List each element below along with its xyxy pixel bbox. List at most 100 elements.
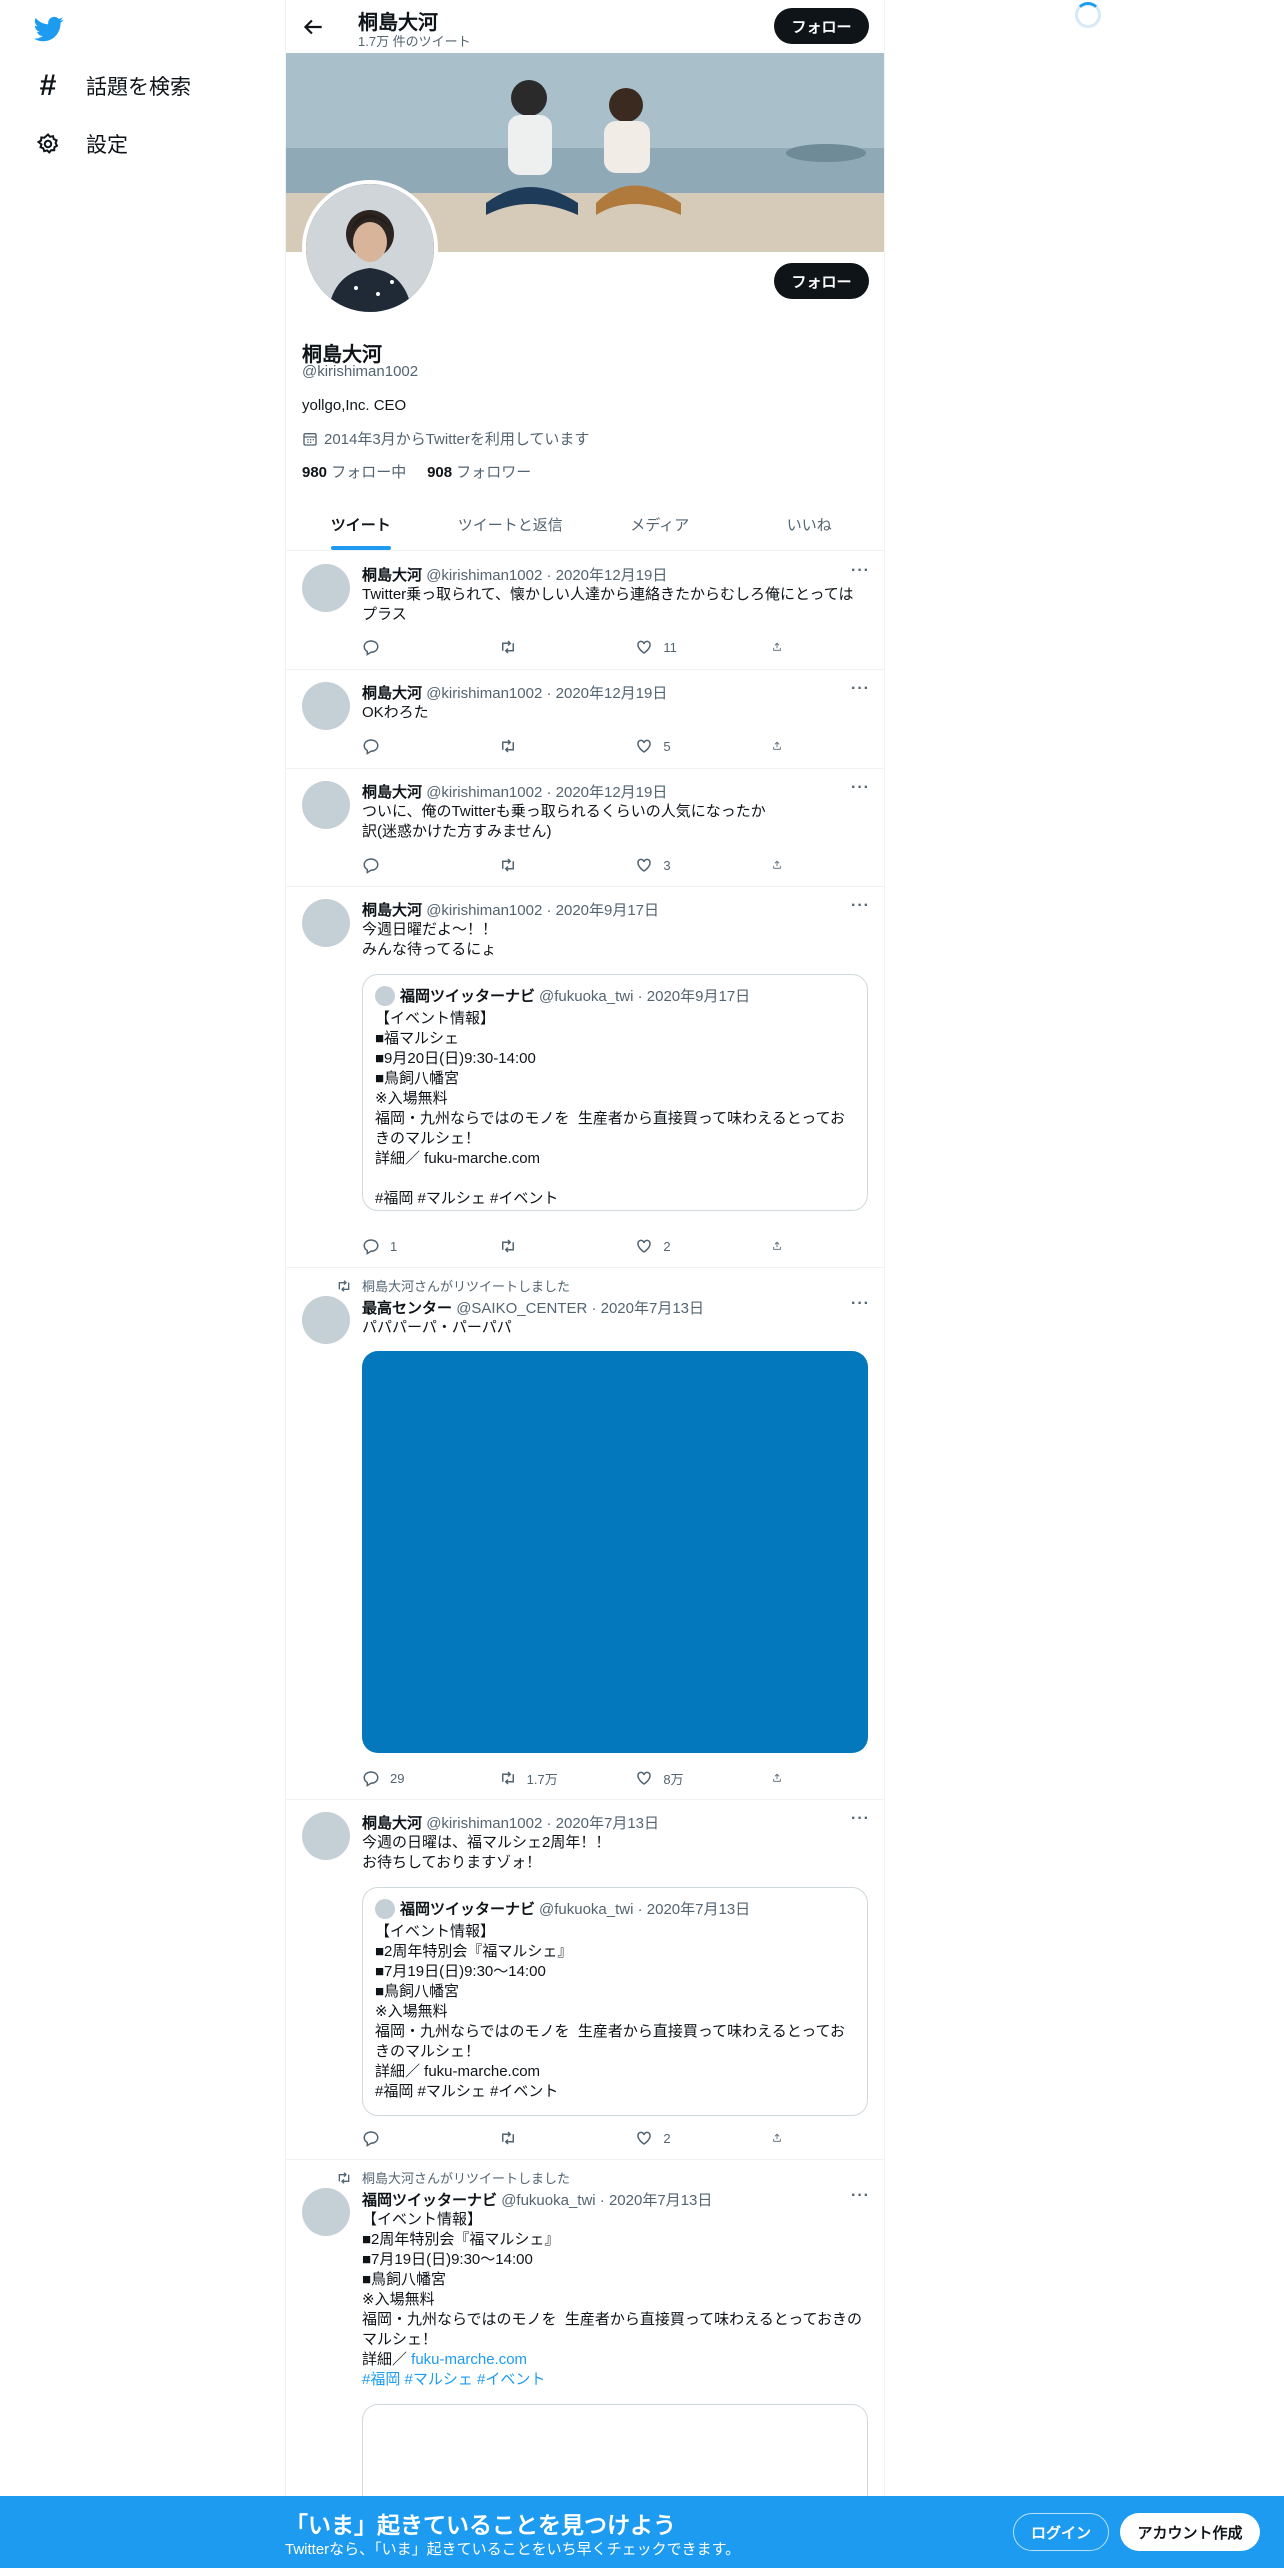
more-icon[interactable]: ···	[851, 1295, 870, 1313]
retweet-button[interactable]	[499, 736, 589, 756]
tweet-actions: 3	[362, 855, 792, 875]
retweet-button[interactable]	[499, 637, 589, 657]
retweet-icon	[501, 640, 514, 654]
hashtag-links[interactable]: #福岡 #マルシェ #イベント	[362, 2371, 545, 2388]
retweet-icon	[501, 858, 514, 872]
quote-tweet[interactable]: 福岡ツイッターナビ @fukuoka_twi · 2020年9月17日 【イベント…	[362, 974, 868, 1211]
retweet-button[interactable]	[499, 1236, 589, 1256]
reply-button[interactable]	[362, 637, 452, 657]
reply-button[interactable]: 29	[362, 1768, 452, 1788]
retweet-label: 桐島大河さんがリツイートしました	[336, 2168, 570, 2187]
tweet-avatar[interactable]	[302, 564, 350, 612]
header-tweet-count: 1.7万 件のツイート	[358, 34, 471, 49]
tweet-text: Twitter乗っ取られて、懐かしい人達から連絡きたからむしろ俺にとってはプラス	[362, 586, 854, 623]
retweet-icon	[501, 739, 514, 753]
like-button[interactable]: 11	[635, 637, 725, 657]
share-button[interactable]	[772, 855, 792, 875]
profile-follow-button[interactable]: フォロー	[774, 263, 869, 299]
tweet-media[interactable]	[362, 1351, 868, 1753]
share-button[interactable]	[772, 2128, 792, 2148]
reply-button[interactable]	[362, 855, 452, 875]
tab-media[interactable]: メディア	[585, 498, 735, 550]
profile-tabs: ツイート ツイートと返信 メディア いいね	[286, 498, 884, 551]
tab-likes[interactable]: いいね	[735, 498, 885, 550]
retweet-button[interactable]	[499, 2128, 589, 2148]
tweet-avatar[interactable]	[302, 2188, 350, 2236]
tweet-actions: 11	[362, 637, 792, 657]
tweet[interactable]: 桐島大河 @kirishiman1002 · 2020年12月19日 ··· つ…	[286, 769, 884, 887]
sidebar-item-label: 設定	[86, 134, 128, 157]
reply-icon	[363, 858, 379, 874]
twitter-bird-icon[interactable]	[32, 14, 66, 44]
banner-subtitle: Twitterなら、「いま」起きていることをいち早くチェックできます。	[285, 2541, 741, 2558]
more-icon[interactable]: ···	[851, 897, 870, 915]
tweet-avatar[interactable]	[302, 899, 350, 947]
gear-icon	[34, 130, 62, 158]
reply-icon	[363, 640, 379, 656]
retweet-icon	[501, 1771, 514, 1785]
like-button[interactable]: 2	[635, 1236, 725, 1256]
tab-tweets-and-replies[interactable]: ツイートと返信	[436, 498, 586, 550]
signup-button[interactable]: アカウント作成	[1120, 2513, 1260, 2551]
quote-tweet[interactable]: 福岡ツイッターナビ @fukuoka_twi · 2020年7月13日 【イベント…	[362, 1887, 868, 2116]
quote-avatar	[375, 1898, 395, 1919]
more-icon[interactable]: ···	[851, 1810, 870, 1828]
tweet[interactable]: 桐島大河さんがリツイートしました 最高センター @SAIKO_CENTER · …	[286, 1268, 884, 1800]
share-button[interactable]	[772, 637, 792, 657]
like-button[interactable]: 2	[635, 2128, 725, 2148]
quote-text: 【イベント情報】 ■2周年特別会『福マルシェ』 ■7月19日(日)9:30〜14…	[375, 1923, 846, 2100]
tweet-header: 桐島大河 @kirishiman1002 · 2020年7月13日	[362, 1815, 660, 1832]
share-button[interactable]	[772, 1236, 792, 1256]
following-link[interactable]: 980 フォロー中	[302, 464, 406, 481]
share-icon	[773, 741, 781, 750]
back-arrow-icon[interactable]	[300, 14, 326, 40]
tweet-header: 桐島大河 @kirishiman1002 · 2020年12月19日	[362, 567, 668, 584]
retweet-button[interactable]: 1.7万	[499, 1768, 589, 1788]
tweet-actions: 29 1.7万 8万	[362, 1768, 792, 1788]
followers-link[interactable]: 908 フォロワー	[427, 464, 531, 481]
tweet-text: 【イベント情報】 ■2周年特別会『福マルシェ』 ■7月19日(日)9:30〜14…	[362, 2211, 863, 2388]
profile-avatar[interactable]	[302, 180, 438, 316]
retweet-button[interactable]	[499, 855, 589, 875]
share-button[interactable]	[772, 1768, 792, 1788]
login-button[interactable]: ログイン	[1013, 2513, 1109, 2551]
sidebar-item-explore[interactable]: # 話題を検索	[34, 66, 191, 106]
tweet-actions: 1 2	[362, 1236, 792, 1256]
reply-button[interactable]: 1	[362, 1236, 452, 1256]
more-icon[interactable]: ···	[851, 779, 870, 797]
tweet[interactable]: 桐島大河 @kirishiman1002 · 2020年12月19日 ··· O…	[286, 670, 884, 769]
more-icon[interactable]: ···	[851, 680, 870, 698]
tweet[interactable]: 桐島大河 @kirishiman1002 · 2020年9月17日 ··· 今週…	[286, 887, 884, 1268]
more-icon[interactable]: ···	[851, 2187, 870, 2205]
header-follow-button[interactable]: フォロー	[774, 8, 869, 44]
tweet-text: 今週日曜だよ〜！！ みんな待ってるにょ	[362, 921, 498, 958]
detail-link[interactable]: fuku-marche.com	[411, 2351, 527, 2368]
retweet-icon	[338, 2171, 350, 2184]
share-button[interactable]	[772, 736, 792, 756]
profile-timeline: 桐島大河 1.7万 件のツイート フォロー フォロー 桐島大河 @kirishi…	[285, 0, 885, 2568]
like-button[interactable]: 3	[635, 855, 725, 875]
loading-spinner-icon	[1075, 2, 1101, 28]
heart-icon	[637, 1239, 652, 1253]
like-button[interactable]: 5	[635, 736, 725, 756]
reply-button[interactable]	[362, 2128, 452, 2148]
like-button[interactable]: 8万	[635, 1768, 725, 1788]
tweet-avatar[interactable]	[302, 1812, 350, 1860]
profile-bio: yollgo,Inc. CEO	[302, 397, 407, 414]
tweet[interactable]: 桐島大河 @kirishiman1002 · 2020年12月19日 ··· T…	[286, 552, 884, 670]
tweet-avatar[interactable]	[302, 682, 350, 730]
tweet-avatar[interactable]	[302, 781, 350, 829]
tweet[interactable]: 桐島大河 @kirishiman1002 · 2020年7月13日 ··· 今週…	[286, 1800, 884, 2160]
tweet-actions: 2	[362, 2128, 792, 2148]
sidebar-item-settings[interactable]: 設定	[34, 124, 128, 164]
reply-icon	[363, 1771, 379, 1787]
share-icon	[773, 1773, 781, 1782]
more-icon[interactable]: ···	[851, 562, 870, 580]
tab-tweets[interactable]: ツイート	[286, 498, 436, 550]
tweet-avatar[interactable]	[302, 1296, 350, 1344]
reply-button[interactable]	[362, 736, 452, 756]
reply-icon	[363, 739, 379, 755]
profile-joined: 2014年3月からTwitterを利用しています	[302, 428, 589, 449]
heart-icon	[637, 2131, 652, 2145]
heart-icon	[637, 1771, 652, 1785]
